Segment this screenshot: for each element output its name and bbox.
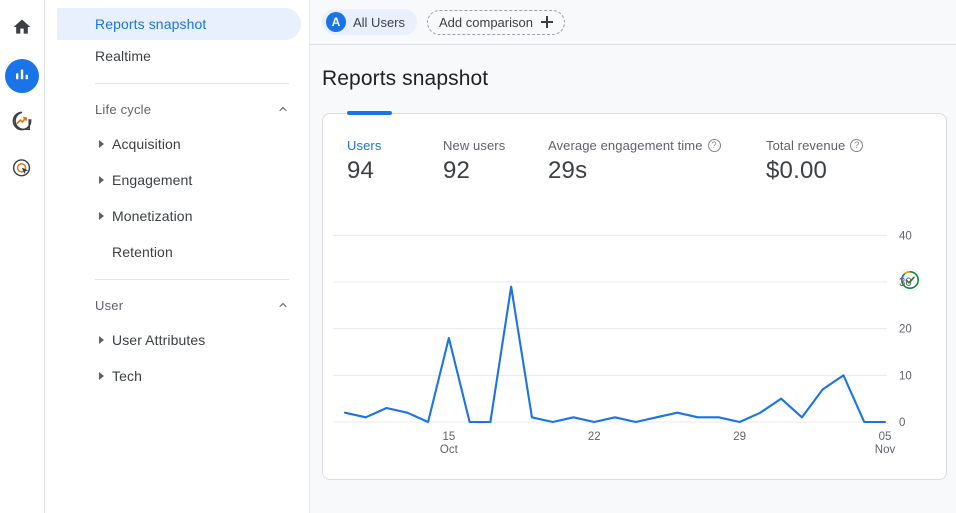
add-comparison-label: Add comparison <box>439 14 533 30</box>
metric-label: Average engagement time <box>548 138 703 153</box>
metric-value: 94 <box>347 157 375 184</box>
comparison-bar: A All Users Add comparison <box>310 0 956 45</box>
metric-avg-engagement-time[interactable]: Average engagement time ? 29s <box>548 138 766 185</box>
users-trend-chart[interactable]: 0 10 20 30 40 15 Oct 22 29 05 Nov <box>323 214 946 479</box>
chevron-up-icon <box>277 103 289 115</box>
reports-sidebar: Reports snapshot Realtime Life cycle Acq… <box>45 0 310 513</box>
metric-value: $0.00 <box>766 157 828 184</box>
sidebar-item-monetization[interactable]: Monetization <box>57 200 301 232</box>
all-users-label: All Users <box>353 14 406 30</box>
caret-right-icon <box>99 212 104 220</box>
x-axis-tick-label: 29 <box>733 431 746 443</box>
caret-right-icon <box>99 372 104 380</box>
y-axis-tick-label: 40 <box>899 230 912 242</box>
sidebar-group-label: Life cycle <box>95 101 152 117</box>
metric-label: Users <box>347 138 382 153</box>
reports-icon <box>13 65 31 88</box>
sidebar-item-reports-snapshot[interactable]: Reports snapshot <box>57 8 301 40</box>
caret-right-icon <box>99 140 104 148</box>
metric-label: Total revenue <box>766 138 846 153</box>
sidebar-group-label: User <box>95 297 124 313</box>
main-content: A All Users Add comparison Reports snaps… <box>310 0 956 513</box>
sidebar-item-label: Tech <box>112 368 142 384</box>
sidebar-group-user[interactable]: User <box>95 290 289 320</box>
metrics-row: Users 94 New users 92 Average engagement… <box>323 114 946 185</box>
x-axis-tick-label: 15 <box>442 431 455 443</box>
sidebar-item-label: Realtime <box>95 48 152 64</box>
metric-total-revenue[interactable]: Total revenue ? $0.00 <box>766 138 946 185</box>
metric-label-wrap: Average engagement time ? <box>548 138 766 153</box>
sidebar-item-label: Reports snapshot <box>95 16 207 32</box>
y-axis-tick-label: 10 <box>899 370 912 382</box>
sidebar-item-acquisition[interactable]: Acquisition <box>57 128 301 160</box>
avatar: A <box>326 12 346 32</box>
rail-item-explore[interactable] <box>5 106 39 140</box>
help-icon[interactable]: ? <box>850 139 864 152</box>
chart-canvas: 0 10 20 30 40 15Oct 22 29 05Nov <box>333 230 912 456</box>
caret-right-icon <box>99 336 104 344</box>
series-line-users <box>343 285 887 424</box>
sidebar-item-retention[interactable]: Retention <box>57 236 301 268</box>
metric-new-users[interactable]: New users 92 <box>443 138 548 185</box>
advertising-icon <box>11 157 33 184</box>
sidebar-divider-2 <box>95 279 289 280</box>
sidebar-item-label: Engagement <box>112 172 193 188</box>
rail-item-advertising[interactable] <box>5 153 39 187</box>
explore-icon <box>11 110 33 137</box>
y-axis-tick-label: 30 <box>899 277 912 289</box>
metric-value: 29s <box>548 157 588 184</box>
plus-icon <box>540 16 553 28</box>
metric-label-wrap: Total revenue ? <box>766 138 946 153</box>
sidebar-item-label: User Attributes <box>112 332 206 348</box>
sidebar-item-label: Monetization <box>112 208 193 224</box>
sidebar-item-user-attributes[interactable]: User Attributes <box>57 324 301 356</box>
metric-label: New users <box>443 138 506 153</box>
metric-label-wrap: New users <box>443 138 548 153</box>
overview-card: Users 94 New users 92 Average engagement… <box>322 111 947 480</box>
x-axis-tick-label: 05 <box>879 431 892 443</box>
primary-nav-rail <box>0 0 45 513</box>
metric-label-wrap: Users <box>347 138 443 153</box>
x-axis-tick-sublabel: Oct <box>440 444 459 456</box>
metric-users[interactable]: Users 94 <box>347 138 443 185</box>
metric-value: 92 <box>443 157 471 184</box>
analytics-app: Reports snapshot Realtime Life cycle Acq… <box>0 0 956 513</box>
home-icon <box>12 17 32 42</box>
y-axis-tick-label: 20 <box>899 324 912 336</box>
sidebar-item-label: Acquisition <box>112 136 181 152</box>
sidebar-item-engagement[interactable]: Engagement <box>57 164 301 196</box>
x-axis-tick-label: 22 <box>588 431 601 443</box>
caret-right-icon <box>99 176 104 184</box>
sidebar-group-life-cycle[interactable]: Life cycle <box>95 94 289 124</box>
chevron-up-icon <box>277 299 289 311</box>
sidebar-divider-1 <box>95 83 289 84</box>
help-icon[interactable]: ? <box>707 139 721 152</box>
x-axis-tick-sublabel: Nov <box>875 444 896 456</box>
rail-item-home[interactable] <box>5 12 39 46</box>
page-title: Reports snapshot <box>322 67 489 90</box>
rail-item-reports[interactable] <box>5 59 39 93</box>
add-comparison-button[interactable]: Add comparison <box>427 9 565 35</box>
sidebar-item-realtime[interactable]: Realtime <box>57 40 301 72</box>
y-axis-tick-label: 0 <box>899 417 905 429</box>
sidebar-item-tech[interactable]: Tech <box>57 360 301 392</box>
sidebar-item-label: Retention <box>112 244 173 260</box>
all-users-chip[interactable]: A All Users <box>322 9 418 35</box>
active-metric-indicator <box>347 111 392 115</box>
